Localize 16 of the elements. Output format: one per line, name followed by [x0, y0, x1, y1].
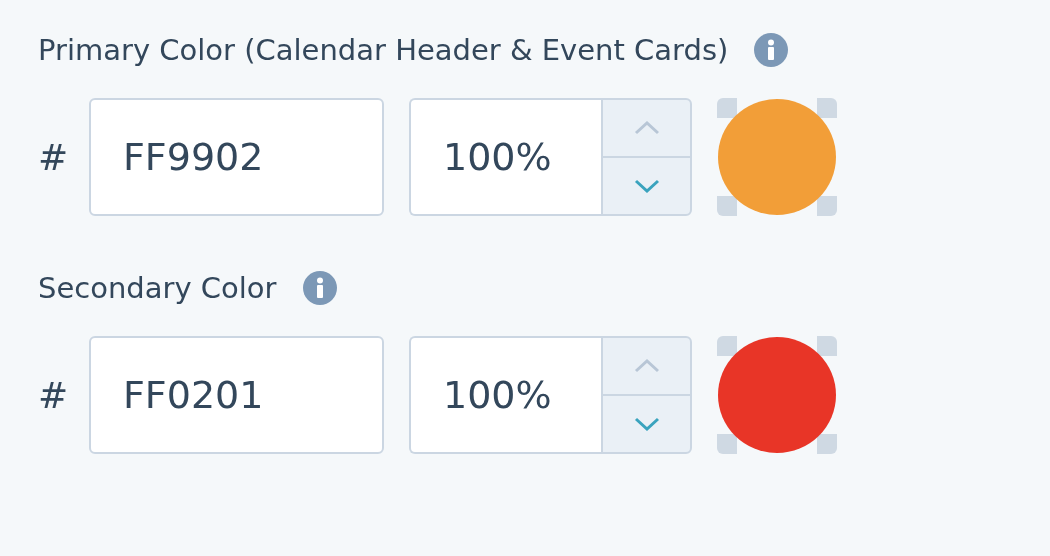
- opacity-input[interactable]: 100%: [409, 98, 601, 216]
- chevron-up-icon: [633, 359, 660, 373]
- field-label: Secondary Color: [38, 271, 277, 305]
- info-icon[interactable]: [754, 33, 789, 67]
- opacity-input[interactable]: 100%: [409, 336, 601, 454]
- hex-input[interactable]: FF0201: [89, 336, 384, 454]
- color-swatch[interactable]: [718, 337, 836, 453]
- info-icon[interactable]: [302, 271, 337, 305]
- field-label: Primary Color (Calendar Header & Event Cards): [38, 33, 729, 67]
- hex-input[interactable]: FF9902: [89, 98, 384, 216]
- chevron-up-icon: [633, 121, 660, 135]
- chevron-down-icon: [633, 417, 660, 431]
- color-swatch[interactable]: [718, 99, 836, 215]
- chevron-down-icon: [633, 179, 660, 193]
- hash-prefix: #: [38, 374, 70, 416]
- hash-prefix: #: [38, 136, 70, 178]
